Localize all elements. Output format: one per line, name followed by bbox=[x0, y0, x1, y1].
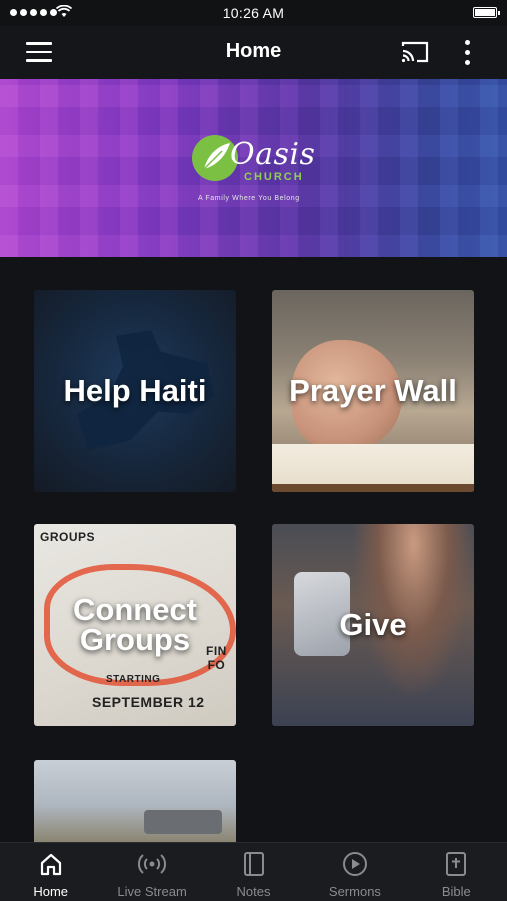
logo-tagline: A Family Where You Belong bbox=[198, 195, 300, 202]
tile-label: Give bbox=[339, 607, 407, 642]
tab-live-stream[interactable]: Live Stream bbox=[101, 843, 202, 901]
battery-icon bbox=[473, 7, 500, 18]
logo-name: Oasis bbox=[230, 137, 316, 172]
page-title: Home bbox=[225, 40, 282, 62]
tab-label: Bible bbox=[441, 884, 471, 899]
tab-sermons[interactable]: Sermons bbox=[304, 843, 405, 901]
tile-connect-groups[interactable]: GROUPS STARTING SEPTEMBER 12 FIN FO Conn… bbox=[34, 524, 236, 726]
top-app-bar: Home bbox=[0, 26, 507, 79]
broadcast-icon bbox=[138, 854, 167, 874]
tile-label-line2: Groups bbox=[79, 622, 191, 657]
bottom-tab-bar: Home Live Stream Notes Sermons Bible bbox=[0, 842, 507, 901]
more-options-icon[interactable] bbox=[463, 40, 471, 66]
status-time: 10:26 AM bbox=[222, 5, 285, 21]
hero-banner: Oasis CHURCH A Family Where You Belong bbox=[0, 79, 507, 257]
tile-label-line1: Connect bbox=[73, 592, 197, 627]
tab-notes[interactable]: Notes bbox=[203, 843, 304, 901]
tile-help-haiti[interactable]: Help Haiti bbox=[34, 290, 236, 492]
tab-bible[interactable]: Bible bbox=[406, 843, 507, 901]
tab-label: Home bbox=[33, 884, 69, 899]
tab-label: Notes bbox=[236, 884, 271, 899]
bible-image bbox=[272, 444, 474, 492]
tile-label: Connect Groups bbox=[73, 592, 197, 657]
tile-photo-partial[interactable] bbox=[34, 760, 236, 842]
tile-label: Help Haiti bbox=[63, 373, 207, 408]
notes-icon bbox=[243, 852, 264, 876]
tab-label: Live Stream bbox=[117, 884, 187, 899]
home-icon bbox=[40, 853, 61, 876]
tile-give[interactable]: Give bbox=[272, 524, 474, 726]
tile-prayer-wall[interactable]: Prayer Wall bbox=[272, 290, 474, 492]
cast-icon[interactable] bbox=[400, 40, 430, 64]
logo-subtitle: CHURCH bbox=[244, 171, 304, 183]
artwork-text-groups: GROUPS bbox=[40, 530, 96, 544]
play-circle-icon bbox=[342, 852, 367, 876]
tab-home[interactable]: Home bbox=[0, 843, 101, 901]
tile-label: Prayer Wall bbox=[289, 373, 457, 408]
status-bar: 10:26 AM bbox=[0, 0, 507, 26]
bible-icon bbox=[446, 852, 467, 876]
church-logo: Oasis CHURCH A Family Where You Belong bbox=[192, 135, 322, 207]
artwork-text-starting: STARTING bbox=[106, 674, 161, 685]
truck-image bbox=[144, 810, 222, 834]
artwork-text-side: FIN FO bbox=[206, 644, 227, 672]
artwork-text-date: SEPTEMBER 12 bbox=[92, 694, 205, 710]
tab-label: Sermons bbox=[328, 884, 381, 899]
